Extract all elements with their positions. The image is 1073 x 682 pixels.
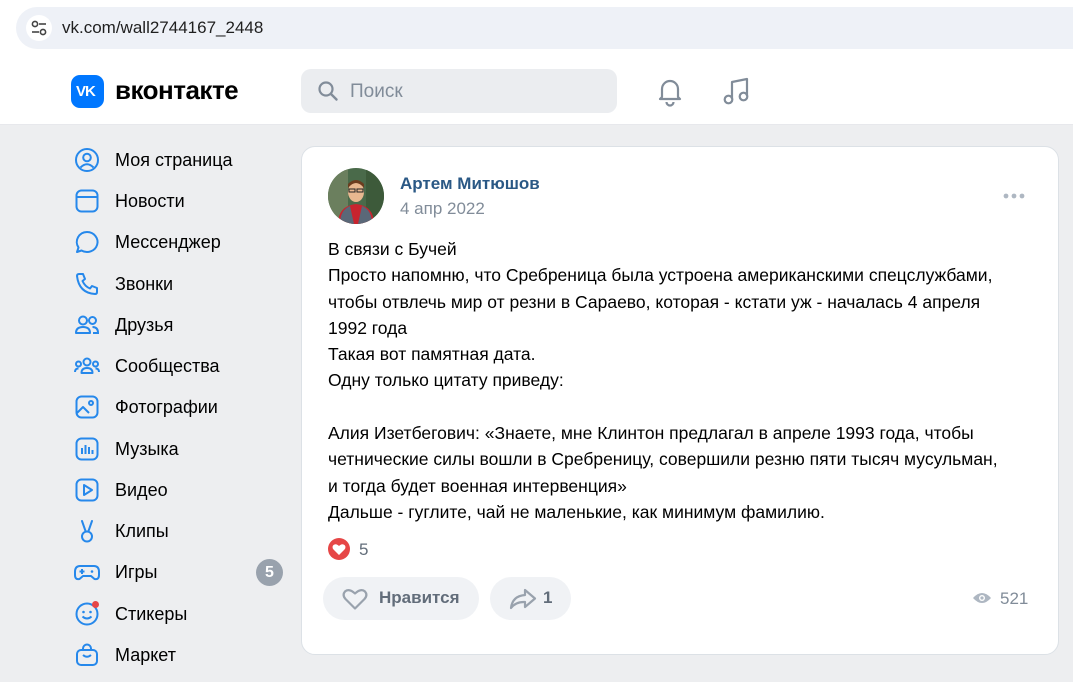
share-count: 1 — [543, 588, 553, 607]
more-options-icon[interactable] — [1002, 192, 1026, 200]
sidebar-item-photos[interactable]: Фотографии — [73, 387, 288, 427]
post-text-line: четнические силы вошли в Сребреницу, сов… — [328, 449, 998, 470]
sidebar-item-label: Музыка — [115, 439, 179, 459]
reaction-heart-icon[interactable] — [328, 538, 350, 560]
sidebar-item-label: Моя страница — [115, 150, 233, 170]
sidebar-item-label: Игры — [115, 562, 158, 582]
post-text: В связи с Бучей Просто напомню, что Среб… — [328, 236, 1038, 525]
sidebar-item-video[interactable]: Видео — [73, 470, 288, 510]
post-text-line: Такая вот памятная дата. — [328, 344, 536, 365]
post-text-line: Одну только цитату приведу: — [328, 370, 564, 391]
post-text-line: Дальше - гуглите, чай не маленькие, как … — [328, 501, 825, 522]
photo-icon — [75, 395, 99, 419]
music-note-icon — [75, 437, 99, 461]
newsfeed-icon — [75, 189, 99, 213]
url-text: vk.com/wall2744167_2448 — [62, 18, 264, 37]
wall-post-card: Артем Митюшов 4 апр 2022 В связи с Бучей… — [301, 146, 1059, 655]
heart-outline-icon — [342, 589, 368, 610]
sidebar-item-games[interactable]: Игры 5 — [73, 552, 288, 592]
post-text-line: В связи с Бучей — [328, 239, 457, 259]
sidebar-item-label: Видео — [115, 480, 168, 500]
logo-text: VK — [76, 83, 96, 100]
post-date[interactable]: 4 апр 2022 — [400, 199, 485, 219]
games-count-badge: 5 — [256, 559, 283, 586]
share-button[interactable]: 1 — [490, 577, 571, 620]
phone-icon — [76, 273, 98, 295]
sticker-smile-icon — [75, 601, 99, 626]
vk-logo-icon[interactable]: VK — [71, 75, 104, 108]
post-text-line — [328, 394, 1038, 420]
site-settings-icon[interactable] — [26, 15, 52, 41]
reactions-count[interactable]: 5 — [359, 540, 368, 560]
sidebar-item-clips[interactable]: Клипы — [73, 511, 288, 551]
url-field[interactable]: vk.com/wall2744167_2448 — [16, 7, 1073, 49]
sidebar-item-news[interactable]: Новости — [73, 181, 288, 221]
video-play-icon — [75, 478, 99, 502]
music-player-icon[interactable] — [720, 75, 752, 107]
friends-icon — [75, 315, 100, 334]
sidebar-item-label: Стикеры — [115, 604, 188, 624]
like-label: Нравится — [379, 588, 460, 607]
communities-icon — [74, 357, 100, 374]
like-button[interactable]: Нравится — [323, 577, 479, 620]
share-arrow-icon — [509, 588, 537, 610]
clips-icon — [81, 520, 93, 543]
sidebar-item-music[interactable]: Музыка — [73, 429, 288, 469]
browser-address-bar: vk.com/wall2744167_2448 — [0, 0, 1073, 58]
post-author-name[interactable]: Артем Митюшов — [400, 174, 540, 194]
search-input[interactable]: Поиск — [301, 69, 617, 113]
author-avatar[interactable] — [328, 168, 384, 224]
post-text-line: чтобы отвлечь мир от резни в Сараево, ко… — [328, 291, 981, 312]
site-header: VK вконтакте Поиск — [0, 58, 1073, 125]
sidebar-item-stickers[interactable]: Стикеры — [73, 594, 288, 634]
sidebar-item-label: Фотографии — [115, 397, 218, 417]
post-text-line: Просто напомню, что Сребреница была устр… — [328, 265, 993, 286]
search-icon — [318, 81, 338, 101]
sidebar-item-friends[interactable]: Друзья — [73, 305, 288, 345]
sidebar-item-label: Сообщества — [115, 356, 220, 376]
sidebar-item-messenger[interactable]: Мессенджер — [73, 222, 288, 262]
gamepad-icon — [74, 565, 100, 581]
shopping-bag-icon — [76, 643, 98, 666]
sidebar-item-calls[interactable]: Звонки — [73, 264, 288, 304]
views-count: 521 — [1000, 589, 1029, 608]
sidebar-item-label: Новости — [115, 191, 185, 211]
eye-icon — [973, 593, 991, 603]
sidebar-item-label: Маркет — [115, 645, 176, 665]
sidebar-item-market[interactable]: Маркет — [73, 635, 288, 675]
message-bubble-icon — [75, 230, 99, 253]
sidebar-item-label: Клипы — [115, 521, 169, 541]
sidebar-item-label: Звонки — [115, 274, 174, 294]
notifications-bell-icon[interactable] — [654, 75, 686, 107]
post-text-line: и тогда будет военная интервенция» — [328, 475, 627, 496]
sidebar-item-label: Друзья — [115, 315, 174, 335]
post-text-line: Алия Изетбегович: «Знаете, мне Клинтон п… — [328, 423, 974, 444]
search-placeholder: Поиск — [350, 81, 403, 102]
sidebar-item-my-page[interactable]: Моя страница — [73, 140, 288, 180]
sidebar-item-communities[interactable]: Сообщества — [73, 346, 288, 386]
sidebar-item-label: Мессенджер — [115, 232, 221, 252]
user-circle-icon — [75, 148, 99, 172]
brand-wordmark[interactable]: вконтакте — [115, 75, 239, 106]
post-text-line: 1992 года — [328, 317, 408, 338]
